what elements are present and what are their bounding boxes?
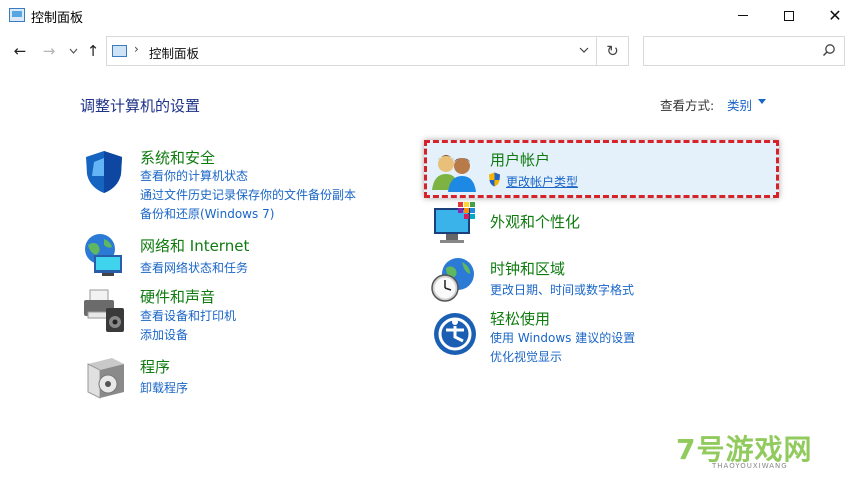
printer-speaker-icon bbox=[84, 289, 124, 332]
watermark-logo: 7号游戏网 THAOYOUXIWANG bbox=[672, 428, 832, 488]
category-user-accounts[interactable]: 用户帐户 bbox=[490, 149, 550, 170]
chevron-down-icon bbox=[579, 47, 589, 53]
window-title: 控制面板 bbox=[31, 11, 84, 26]
view-by-label: 查看方式: bbox=[660, 98, 715, 113]
category-appearance-personalization[interactable]: 外观和个性化 bbox=[490, 211, 580, 232]
address-dropdown-button[interactable] bbox=[579, 43, 589, 56]
category-programs[interactable]: 程序 bbox=[140, 356, 170, 377]
page-title: 调整计算机的设置 bbox=[80, 97, 201, 115]
link-optimize-visual-display[interactable]: 优化视觉显示 bbox=[490, 348, 562, 365]
link-file-history[interactable]: 通过文件历史记录保存你的文件备份副本 bbox=[140, 186, 356, 203]
uac-shield-icon bbox=[489, 172, 500, 187]
arrow-left-icon: ← bbox=[13, 42, 27, 60]
chevron-down-icon bbox=[69, 48, 77, 54]
maximize-button[interactable] bbox=[766, 0, 812, 31]
control-panel-icon bbox=[112, 45, 127, 57]
ease-of-access-icon bbox=[434, 313, 476, 355]
control-panel-app-icon bbox=[9, 8, 25, 22]
link-view-computer-status[interactable]: 查看你的计算机状态 bbox=[140, 167, 248, 184]
link-backup-restore[interactable]: 备份和还原(Windows 7) bbox=[140, 205, 274, 222]
close-icon: ✕ bbox=[828, 5, 842, 25]
link-devices-printers[interactable]: 查看设备和打印机 bbox=[140, 307, 236, 324]
back-button[interactable]: ← bbox=[11, 42, 29, 60]
maximize-icon bbox=[784, 10, 794, 21]
up-button[interactable]: ↑ bbox=[84, 42, 102, 60]
refresh-icon: ↻ bbox=[606, 42, 619, 60]
view-by-dropdown[interactable]: 类别 bbox=[727, 95, 752, 114]
minimize-icon bbox=[738, 15, 748, 16]
title-bar: 控制面板 ✕ bbox=[0, 0, 858, 31]
forward-button[interactable]: → bbox=[40, 42, 58, 60]
shield-icon bbox=[86, 151, 122, 193]
minimize-button[interactable] bbox=[720, 0, 766, 31]
link-uninstall-program[interactable]: 卸载程序 bbox=[140, 379, 188, 396]
arrow-up-icon: ↑ bbox=[86, 42, 100, 60]
search-icon bbox=[822, 44, 835, 57]
recent-locations-button[interactable] bbox=[64, 42, 82, 60]
programs-disc-icon bbox=[87, 358, 124, 399]
address-bar[interactable]: › 控制面板 bbox=[106, 36, 597, 66]
category-network-internet[interactable]: 网络和 Internet bbox=[140, 235, 249, 256]
link-network-status[interactable]: 查看网络状态和任务 bbox=[140, 259, 248, 276]
watermark-subtext: THAOYOUXIWANG bbox=[712, 462, 788, 470]
breadcrumb-control-panel[interactable]: 控制面板 bbox=[149, 43, 199, 62]
category-ease-of-access[interactable]: 轻松使用 bbox=[490, 308, 550, 329]
monitor-palette-icon bbox=[434, 202, 475, 243]
users-icon bbox=[432, 155, 476, 192]
category-clock-region[interactable]: 时钟和区域 bbox=[490, 258, 565, 279]
link-recommended-settings[interactable]: 使用 Windows 建议的设置 bbox=[490, 329, 635, 346]
search-input[interactable] bbox=[643, 36, 845, 66]
arrow-right-icon: → bbox=[42, 42, 56, 60]
refresh-button[interactable]: ↻ bbox=[597, 36, 629, 66]
link-change-account-type[interactable]: 更改帐户类型 bbox=[506, 173, 578, 190]
link-change-date-time-format[interactable]: 更改日期、时间或数字格式 bbox=[490, 281, 634, 298]
network-globe-icon bbox=[85, 234, 122, 276]
breadcrumb-separator-icon: › bbox=[134, 42, 139, 56]
clock-globe-icon bbox=[431, 258, 474, 302]
navigation-bar: ← → ↑ › 控制面板 ↻ bbox=[0, 31, 858, 71]
caret-down-icon[interactable] bbox=[758, 99, 766, 104]
category-hardware-sound[interactable]: 硬件和声音 bbox=[140, 286, 215, 307]
close-button[interactable]: ✕ bbox=[812, 0, 858, 31]
link-add-device[interactable]: 添加设备 bbox=[140, 326, 188, 343]
category-system-security[interactable]: 系统和安全 bbox=[140, 147, 215, 168]
